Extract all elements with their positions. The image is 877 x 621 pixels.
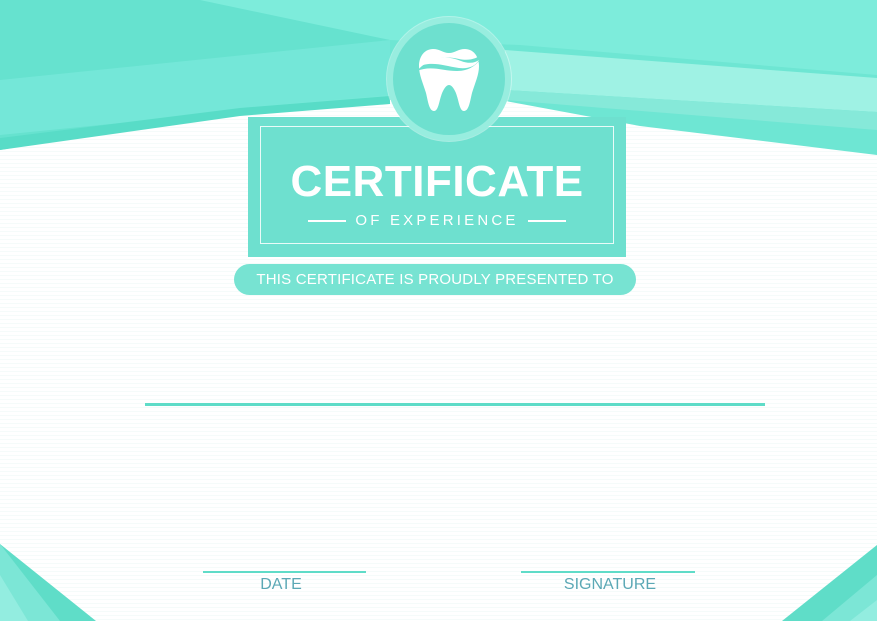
certificate-title: CERTIFICATE bbox=[290, 157, 584, 206]
certificate-subtitle: OF EXPERIENCE bbox=[355, 212, 519, 229]
emblem bbox=[387, 17, 511, 141]
signature-label: SIGNATURE bbox=[563, 576, 657, 593]
presented-to-banner: THIS CERTIFICATE IS PROUDLY PRESENTED TO bbox=[234, 264, 636, 295]
subtitle-rule-left bbox=[308, 220, 347, 222]
tooth-icon bbox=[417, 49, 483, 111]
presented-to-text: THIS CERTIFICATE IS PROUDLY PRESENTED TO bbox=[256, 271, 614, 288]
subtitle-row: OF EXPERIENCE bbox=[248, 212, 626, 230]
certificate: CERTIFICATE OF EXPERIENCE THIS CERTIFICA… bbox=[0, 0, 877, 621]
subtitle-rule-right bbox=[527, 220, 566, 222]
date-line bbox=[203, 571, 366, 573]
signature-line bbox=[521, 571, 695, 573]
date-label: DATE bbox=[260, 576, 302, 593]
recipient-name-line bbox=[145, 403, 765, 406]
